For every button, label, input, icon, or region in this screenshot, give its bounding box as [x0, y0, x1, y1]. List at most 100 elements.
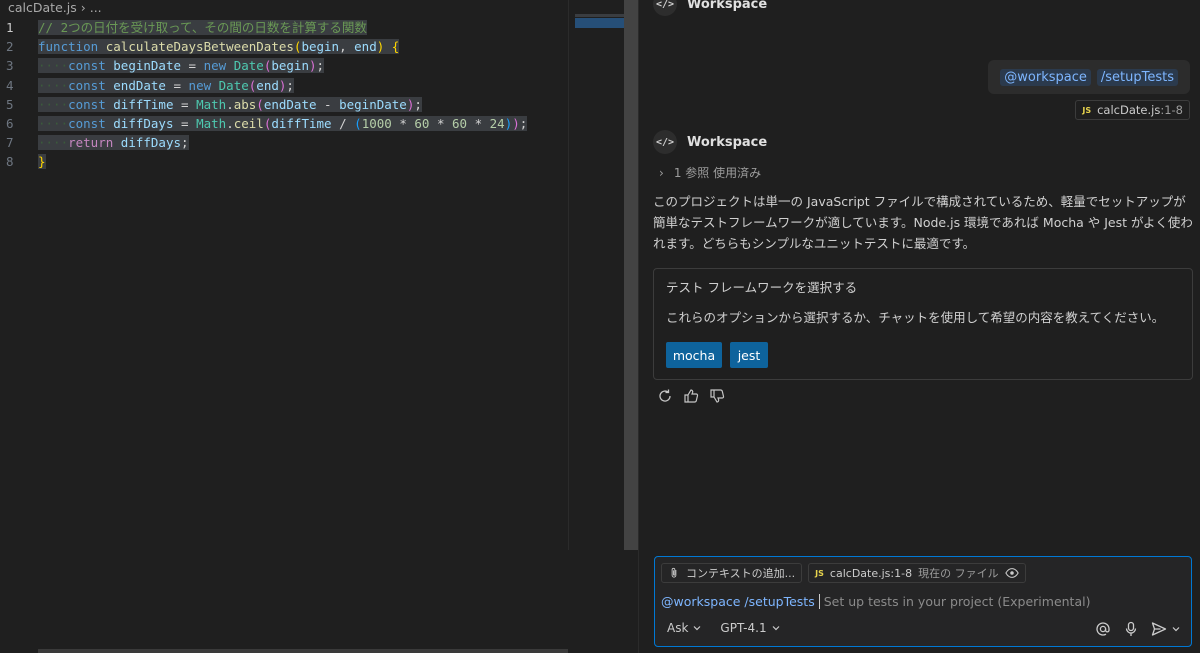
response-actions: [657, 388, 725, 404]
token-variable: beginDate: [113, 58, 182, 74]
minimap[interactable]: [568, 0, 625, 550]
line-number: 1: [6, 20, 14, 35]
whitespace-marker: ····: [38, 135, 69, 151]
eye-icon[interactable]: [1004, 567, 1019, 579]
whitespace-marker: ····: [38, 58, 69, 74]
code-line[interactable]: ····const beginDate = new Date(begin);: [38, 56, 568, 75]
minimap-viewport[interactable]: [575, 18, 625, 28]
token-keyword: new: [188, 77, 212, 93]
code-line[interactable]: function calculateDaysBetweenDates(begin…: [38, 37, 568, 56]
user-message: @workspace /setupTests: [988, 60, 1190, 94]
thumbs-up-icon[interactable]: [683, 388, 699, 404]
breadcrumb-more[interactable]: ...: [90, 0, 102, 15]
chat-input-box[interactable]: コンテキストの追加... JS calcDate.js:1-8 現在の ファイル…: [654, 556, 1192, 647]
chevron-down-icon[interactable]: [1171, 624, 1181, 634]
retry-icon[interactable]: [657, 388, 673, 404]
thumbs-down-icon[interactable]: [709, 388, 725, 404]
current-file-chip[interactable]: JS calcDate.js:1-8 現在の ファイル: [808, 563, 1026, 583]
code-line[interactable]: ····const diffTime = Math.abs(endDate - …: [38, 95, 568, 114]
code-line[interactable]: ····return diffDays;: [38, 133, 568, 152]
code-line[interactable]: // 2つの日付を受け取って、その間の日数を計算する関数: [38, 18, 568, 37]
prompt-command: /setupTests: [744, 594, 815, 609]
token-op: =: [173, 115, 197, 131]
token-number: 60: [452, 115, 468, 131]
mic-icon[interactable]: [1123, 621, 1139, 637]
code-editor[interactable]: calcDate.js ›... 1 2 3 4 5 6 7 8 // 2つの日付…: [0, 0, 638, 653]
jest-button[interactable]: jest: [730, 342, 768, 368]
token-op: *: [467, 115, 490, 131]
code-comment: // 2つの日付を受け取って、その間の日数を計算する関数: [38, 20, 367, 35]
token-punct: ;: [414, 96, 422, 112]
token-op: =: [173, 96, 197, 112]
whitespace-marker: ····: [38, 77, 69, 93]
code-content[interactable]: // 2つの日付を受け取って、その間の日数を計算する関数 function ca…: [38, 18, 568, 172]
token-op: -: [316, 96, 340, 112]
token-variable: endDate: [263, 96, 317, 112]
token-class: Math: [196, 96, 227, 112]
token-variable: diffTime: [113, 96, 174, 112]
token-number: 1000: [361, 115, 392, 131]
js-icon: JS: [1082, 105, 1092, 115]
token-number: 24: [489, 115, 505, 131]
prompt-text[interactable]: @workspace /setupTests Set up tests in y…: [661, 594, 1090, 609]
add-context-button[interactable]: コンテキストの追加...: [661, 563, 803, 583]
code-line[interactable]: ····const endDate = new Date(end);: [38, 76, 568, 95]
token-variable: end: [256, 77, 279, 93]
choice-title: テスト フレームワークを選択する: [666, 280, 858, 295]
token-punct: ;: [316, 58, 325, 74]
mocha-button[interactable]: mocha: [666, 342, 722, 368]
current-file-label: 現在の ファイル: [918, 567, 999, 580]
line-number: 6: [6, 115, 14, 131]
token-punct: ;: [519, 115, 528, 131]
token-keyword: const: [68, 115, 106, 131]
token-function: calculateDaysBetweenDates: [105, 39, 294, 55]
editor-horizontal-scrollbar[interactable]: [38, 649, 568, 653]
chevron-down-icon: [693, 626, 701, 631]
add-context-label: コンテキストの追加...: [686, 567, 796, 580]
token-keyword: const: [68, 77, 106, 93]
paperclip-icon: [671, 567, 677, 578]
token-param: end: [354, 39, 377, 55]
breadcrumb[interactable]: calcDate.js ›...: [0, 0, 638, 16]
model-dropdown[interactable]: GPT-4.1: [720, 621, 780, 635]
at-icon[interactable]: [1095, 621, 1111, 637]
references-toggle[interactable]: › 1 参照 使用済み: [659, 164, 761, 181]
line-number: 2: [6, 39, 14, 55]
choice-description: これらのオプションから選択するか、チャットを使用して希望の内容を教えてください。: [666, 310, 1165, 325]
chat-panel: </> Workspace @workspace /setupTests JS …: [639, 0, 1200, 653]
editor-vertical-scrollbar[interactable]: [624, 0, 638, 550]
send-button[interactable]: [1151, 621, 1181, 637]
agent-mention[interactable]: @workspace: [1000, 68, 1091, 86]
chevron-right-icon: ›: [80, 0, 86, 15]
token-variable: endDate: [113, 77, 166, 93]
prompt-agent: @workspace: [661, 594, 741, 609]
token-op: /: [331, 115, 355, 131]
token-variable: diffTime: [271, 115, 332, 131]
line-number: 8: [6, 154, 14, 170]
token-param: begin: [301, 39, 340, 55]
token-variable: diffDays: [113, 115, 174, 131]
text-cursor: [818, 594, 820, 609]
scrollbar-thumb[interactable]: [624, 0, 638, 550]
breadcrumb-file[interactable]: calcDate.js: [8, 0, 77, 15]
whitespace-marker: ····: [38, 96, 69, 112]
code-line[interactable]: ····const diffDays = Math.ceil(diffTime …: [38, 114, 568, 133]
user-reference-chip[interactable]: JS calcDate.js:1-8: [1075, 100, 1190, 120]
token-keyword: function: [38, 39, 99, 55]
token-function: abs: [233, 96, 257, 112]
token-punct: ): [376, 39, 385, 55]
input-tools: [1095, 621, 1181, 637]
token-keyword: const: [68, 96, 106, 112]
chevron-down-icon: [772, 626, 780, 631]
line-number: 5: [6, 96, 14, 112]
agent-header-top: </> Workspace: [653, 0, 767, 16]
line-number: 4: [6, 77, 14, 93]
current-file-range: :1-8: [890, 566, 913, 580]
code-line[interactable]: }: [38, 152, 568, 171]
prompt-placeholder: Set up tests in your project (Experiment…: [823, 594, 1091, 609]
slash-command[interactable]: /setupTests: [1096, 68, 1178, 86]
references-label: 1 参照 使用済み: [673, 166, 762, 180]
mode-dropdown[interactable]: Ask: [667, 621, 702, 635]
minimap-line: [575, 14, 625, 17]
token-punct: (: [256, 96, 264, 112]
